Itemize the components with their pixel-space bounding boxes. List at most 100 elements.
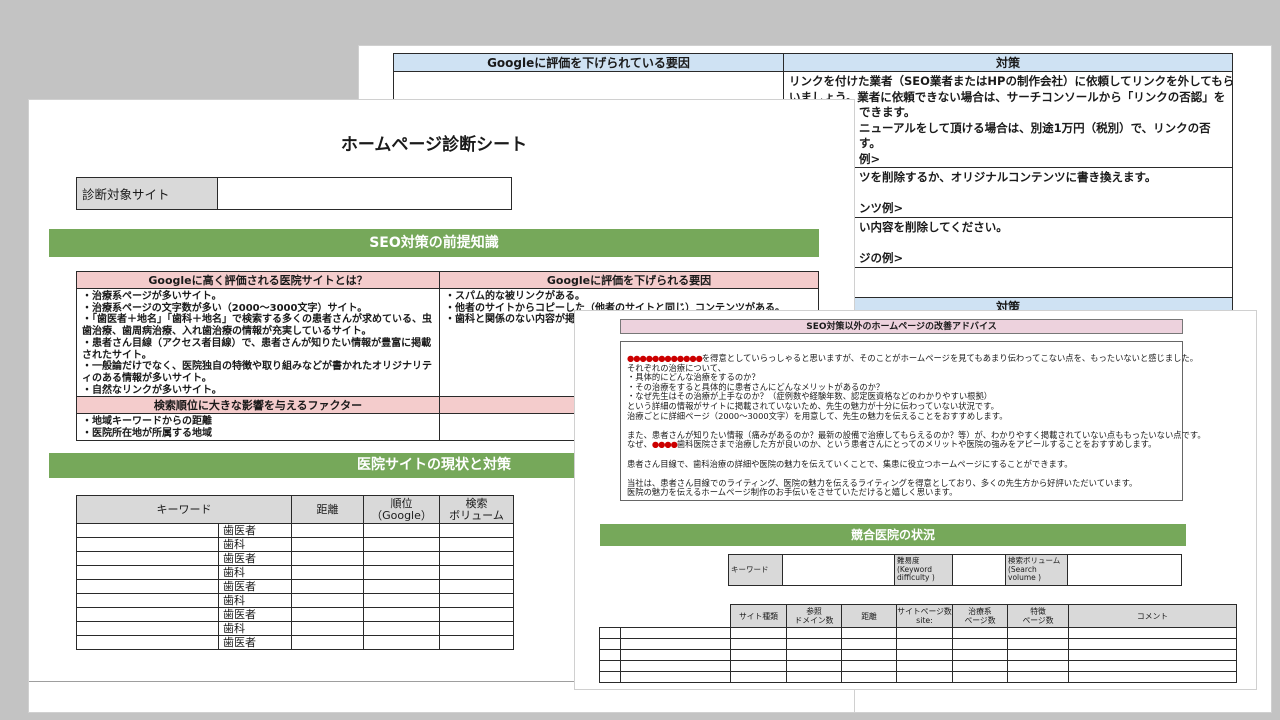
advice-line-text: ・なぜ先生はその治療が上手なのか？（症例数や経験年数、認定医資格などのわかりやす…	[627, 391, 992, 401]
area-keyword-cell[interactable]	[77, 636, 219, 650]
distance-cell[interactable]	[292, 552, 364, 566]
site-type-cell[interactable]	[731, 628, 787, 639]
bad-point-item: ・スパム的な被リンクがある。	[445, 291, 814, 303]
site-pages-cell[interactable]	[897, 628, 953, 639]
ref-domains-cell[interactable]	[787, 672, 842, 683]
good-point-item: ・一般論だけでなく、医院独自の特徴や取り組みなどが書かれたオリジナリティのある情…	[82, 361, 435, 384]
area-keyword-cell[interactable]	[77, 524, 219, 538]
volume-cell[interactable]	[440, 552, 514, 566]
advice-line-text: 治療ごとに詳細ページ（2000～3000文字）を用意して、先生の魅力を伝えること…	[627, 411, 1008, 421]
volume-cell[interactable]	[440, 538, 514, 552]
keyword-type-cell: 歯科	[219, 622, 292, 636]
volume-cell[interactable]	[440, 636, 514, 650]
keyword-row: 歯科	[77, 622, 514, 636]
keyword-input[interactable]	[783, 555, 895, 586]
clinic-name-cell[interactable]	[621, 672, 731, 683]
comment-cell[interactable]	[1069, 639, 1237, 650]
treatment-pages-cell[interactable]	[953, 650, 1008, 661]
site-pages-cell[interactable]	[897, 650, 953, 661]
site-type-cell[interactable]	[731, 672, 787, 683]
rank-cell[interactable]	[600, 661, 621, 672]
distance-cell[interactable]	[842, 650, 897, 661]
distance-cell[interactable]	[292, 636, 364, 650]
volume-input[interactable]	[1068, 555, 1182, 586]
treatment-pages-cell[interactable]	[953, 628, 1008, 639]
volume-cell[interactable]	[440, 566, 514, 580]
area-keyword-cell[interactable]	[77, 580, 219, 594]
treatment-pages-cell[interactable]	[953, 661, 1008, 672]
site-type-cell[interactable]	[731, 639, 787, 650]
distance-cell[interactable]	[842, 628, 897, 639]
rank-cell[interactable]	[364, 636, 440, 650]
rank-cell[interactable]	[364, 524, 440, 538]
ref-domains-cell[interactable]	[787, 661, 842, 672]
ghost-cell	[600, 605, 621, 628]
difficulty-input[interactable]	[953, 555, 1006, 586]
diagnosis-target-input[interactable]	[218, 178, 512, 210]
diagnosis-target-row: 診断対象サイト	[76, 177, 512, 210]
keyword-type-cell: 歯医者	[219, 636, 292, 650]
treatment-pages-cell[interactable]	[953, 639, 1008, 650]
rank-cell[interactable]	[364, 622, 440, 636]
feature-pages-header: 特徴 ページ数	[1008, 605, 1069, 628]
distance-cell[interactable]	[292, 622, 364, 636]
clinic-name-cell[interactable]	[621, 650, 731, 661]
distance-cell[interactable]	[292, 524, 364, 538]
ref-domains-cell[interactable]	[787, 639, 842, 650]
rank-cell[interactable]	[364, 594, 440, 608]
rank-cell[interactable]	[364, 566, 440, 580]
rank-cell[interactable]	[600, 650, 621, 661]
site-type-cell[interactable]	[731, 650, 787, 661]
volume-cell[interactable]	[440, 580, 514, 594]
distance-cell[interactable]	[842, 639, 897, 650]
ref-domains-cell[interactable]	[787, 628, 842, 639]
area-keyword-cell[interactable]	[77, 594, 219, 608]
ref-domains-cell[interactable]	[787, 650, 842, 661]
rank-cell[interactable]	[600, 639, 621, 650]
factor-point-item: ・地域キーワードからの距離	[82, 416, 435, 428]
distance-cell[interactable]	[292, 594, 364, 608]
site-pages-cell[interactable]	[897, 661, 953, 672]
area-keyword-cell[interactable]	[77, 552, 219, 566]
feature-pages-cell[interactable]	[1008, 628, 1069, 639]
rank-cell[interactable]	[600, 672, 621, 683]
clinic-name-cell[interactable]	[621, 628, 731, 639]
feature-pages-cell[interactable]	[1008, 639, 1069, 650]
comment-cell[interactable]	[1069, 628, 1237, 639]
distance-cell[interactable]	[842, 672, 897, 683]
area-keyword-cell[interactable]	[77, 566, 219, 580]
distance-column-header: 距離	[292, 496, 364, 524]
area-keyword-cell[interactable]	[77, 622, 219, 636]
clinic-name-cell[interactable]	[621, 661, 731, 672]
area-keyword-cell[interactable]	[77, 538, 219, 552]
distance-cell[interactable]	[292, 580, 364, 594]
feature-pages-cell[interactable]	[1008, 661, 1069, 672]
area-keyword-cell[interactable]	[77, 608, 219, 622]
comment-cell[interactable]	[1069, 661, 1237, 672]
comment-cell[interactable]	[1069, 672, 1237, 683]
distance-cell[interactable]	[842, 661, 897, 672]
comment-cell[interactable]	[1069, 650, 1237, 661]
rank-cell[interactable]	[364, 538, 440, 552]
volume-cell[interactable]	[440, 524, 514, 538]
distance-cell[interactable]	[292, 608, 364, 622]
site-pages-cell[interactable]	[897, 672, 953, 683]
rank-cell[interactable]	[364, 580, 440, 594]
rank-cell[interactable]	[364, 552, 440, 566]
rank-cell[interactable]	[600, 628, 621, 639]
advice-line: なぜ、●●●●歯科医院さまで治療した方が良いのか、という患者さんにとってのメリッ…	[627, 440, 1178, 450]
feature-pages-cell[interactable]	[1008, 650, 1069, 661]
clinic-name-cell[interactable]	[621, 639, 731, 650]
volume-cell[interactable]	[440, 608, 514, 622]
advice-section-header: SEO対策以外のホームページの改善アドバイス	[620, 319, 1183, 334]
distance-cell[interactable]	[292, 538, 364, 552]
volume-label: 検索ボリューム (Search volume )	[1006, 555, 1068, 586]
distance-cell[interactable]	[292, 566, 364, 580]
volume-cell[interactable]	[440, 622, 514, 636]
site-type-cell[interactable]	[731, 661, 787, 672]
feature-pages-cell[interactable]	[1008, 672, 1069, 683]
site-pages-cell[interactable]	[897, 639, 953, 650]
rank-cell[interactable]	[364, 608, 440, 622]
treatment-pages-cell[interactable]	[953, 672, 1008, 683]
volume-cell[interactable]	[440, 594, 514, 608]
